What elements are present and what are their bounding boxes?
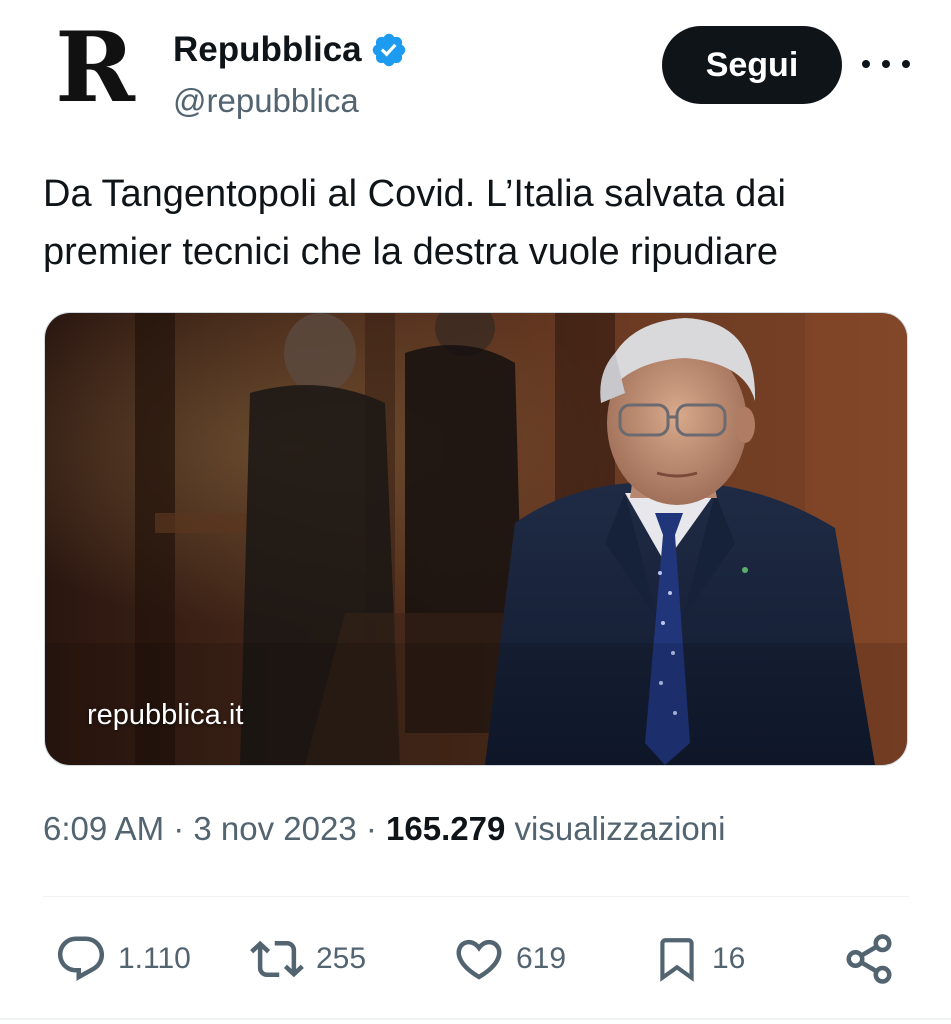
tweet-meta: 6:09 AM · 3 nov 2023 · 165.279 visualizz… [43,810,725,848]
bookmark-count: 16 [712,942,746,975]
tweet-text: Da Tangentopoli al Covid. L’Italia salva… [43,173,786,273]
retweet-button[interactable]: 255 [248,930,366,988]
views-label: visualizzazioni [505,810,726,847]
divider [43,896,909,897]
divider [0,1018,951,1020]
account-name-row[interactable]: Repubblica [173,30,408,70]
reply-button[interactable]: 1.110 [54,930,191,988]
card-domain-label: repubblica.it [87,699,244,731]
like-button[interactable]: 619 [452,930,566,988]
views-count: 165.279 [386,810,506,847]
meta-separator: · [356,810,387,847]
verified-badge-icon [372,33,405,67]
more-horizontal-icon[interactable] [862,44,910,84]
follow-button[interactable]: Segui [662,26,842,104]
like-count: 619 [516,942,567,975]
card-image [45,313,907,765]
meta-separator: · [164,810,194,847]
share-button[interactable] [842,930,896,988]
link-card[interactable]: repubblica.it [44,312,908,766]
avatar[interactable]: R [45,18,145,118]
reply-count: 1.110 [118,942,191,975]
heart-icon [456,939,502,980]
tweet-date[interactable]: 3 nov 2023 [193,810,356,847]
bookmark-button[interactable]: 16 [652,930,745,988]
tweet-time[interactable]: 6:09 AM [43,810,164,847]
retweet-icon [250,940,304,978]
reply-icon [57,936,105,981]
share-icon [846,934,892,984]
account-handle[interactable]: @repubblica [173,82,359,120]
bookmark-icon [660,938,694,982]
retweet-count: 255 [316,942,367,975]
account-name[interactable]: Repubblica [173,30,362,70]
